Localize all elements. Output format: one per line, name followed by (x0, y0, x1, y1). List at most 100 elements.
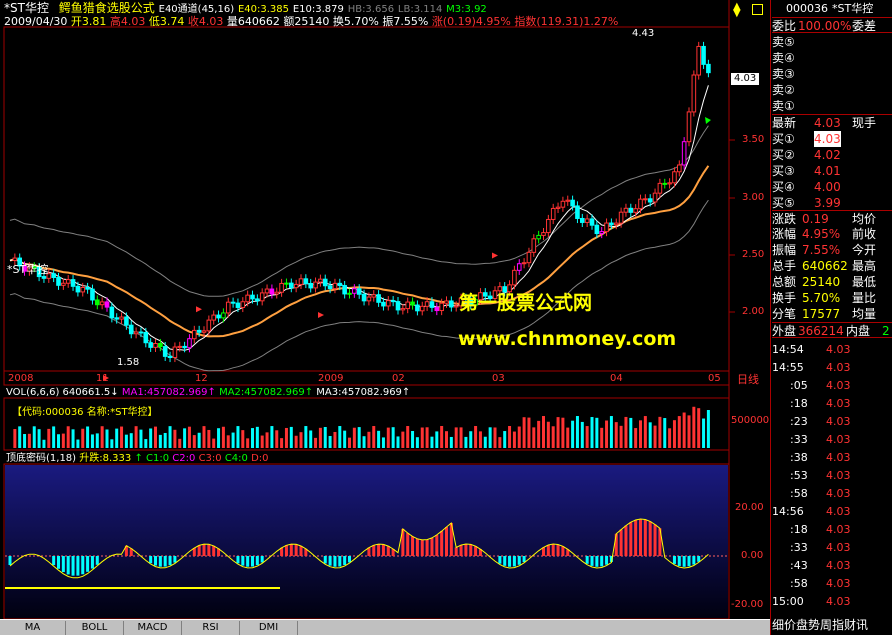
bid-row[interactable]: 买① 4.03 (772, 131, 892, 147)
candle-body (691, 74, 697, 113)
candle-body (313, 281, 318, 289)
tab-ma[interactable]: MA (0, 621, 66, 635)
ask-row[interactable]: 卖④ (772, 50, 892, 66)
indicator-bar (173, 556, 177, 563)
tab-macd[interactable]: MACD (124, 621, 182, 635)
indicator-bar (90, 556, 94, 569)
indicator-bar (81, 556, 85, 575)
fullscreen-icon[interactable] (752, 4, 763, 15)
volume-bar (90, 434, 94, 448)
trade-row: :43 4.03 (772, 558, 892, 573)
ask-row[interactable]: 卖② (772, 82, 892, 98)
volume-bar (246, 438, 250, 448)
candle-body (172, 346, 178, 358)
x-label-05: 05 (708, 373, 721, 384)
volume-bar (76, 439, 80, 448)
volume-bar (556, 417, 560, 448)
candle-body (322, 278, 328, 287)
bid-row[interactable]: 买② 4.02 (772, 147, 892, 163)
vol-ma2: MA2:457082.969 (219, 387, 305, 398)
ind-y-tick-20: 20.00 (735, 502, 764, 513)
x-label-04: 04 (610, 373, 623, 384)
volume-bar (144, 439, 148, 448)
bid-value: 4.00 (814, 180, 841, 194)
volume-bar (57, 434, 60, 448)
candle-body (128, 324, 134, 335)
bid-row[interactable]: 买⑤ 3.99 (772, 195, 892, 211)
ask-row[interactable]: 卖⑤ (772, 34, 892, 50)
trade-row: :58 4.03 (772, 486, 892, 501)
candle-body (575, 205, 580, 219)
indicator-bar (57, 556, 60, 569)
now-label: 现手 (852, 116, 877, 130)
indicator-bar (163, 556, 167, 567)
volume-bar (352, 427, 356, 448)
indicator-bar (246, 556, 250, 567)
outer-label: 外盘 (772, 324, 797, 338)
candle-body (434, 306, 440, 312)
candle-body (167, 355, 173, 358)
volume-bar (23, 434, 27, 448)
indicator-bar (648, 521, 652, 556)
volume-bar (527, 417, 531, 448)
stat-right-label: 前收 (852, 227, 877, 241)
tab-rsi[interactable]: RSI (182, 621, 240, 635)
candle-body (293, 283, 299, 289)
candle-body (589, 218, 595, 226)
indicator-bar (522, 556, 526, 563)
indicator-bar (512, 556, 516, 567)
candle-body (109, 306, 115, 319)
volume-bar (134, 426, 138, 448)
indicator-bar (299, 545, 303, 556)
indicator-bar (503, 556, 507, 566)
ask-row[interactable]: 卖③ (772, 66, 892, 82)
volume-bar (478, 431, 482, 448)
candle-body (555, 206, 561, 209)
candle-body (376, 294, 381, 303)
trade-row: :23 4.03 (772, 414, 892, 429)
volume-bar (377, 430, 381, 448)
indicator-bar (546, 545, 550, 556)
indicator-tab-bar: MA BOLL MACD RSI DMI (0, 619, 770, 635)
candle-body (560, 200, 566, 208)
sidebar-footer[interactable]: 细价盘势周指财讯 (772, 617, 892, 633)
volume-bar (386, 427, 390, 448)
trade-row: :38 4.03 (772, 450, 892, 465)
indicator-bar (71, 556, 75, 576)
candle-body (356, 288, 362, 295)
period-label[interactable]: 日线 (737, 374, 759, 385)
volume-bar (299, 432, 303, 448)
stat-value: 0.19 (802, 212, 829, 226)
tab-dmi[interactable]: DMI (240, 621, 298, 635)
bid-row[interactable]: 买④ 4.00 (772, 179, 892, 195)
candle-body (609, 222, 614, 226)
candle-body (65, 279, 71, 284)
toolbar-up-down-icon[interactable]: ▲ ▼ (733, 2, 743, 19)
stat-label: 涨幅 (772, 227, 797, 241)
candle-body (419, 305, 425, 312)
candle-body (628, 207, 634, 213)
candle-body (550, 207, 556, 220)
candle-body (158, 343, 163, 348)
volume-bar (192, 435, 196, 448)
trade-time: 14:56 (772, 505, 804, 518)
stock-info-label: 【代码:000036 名称:*ST华控】 (12, 407, 158, 418)
candle-body (347, 292, 352, 295)
bid-row[interactable]: 买③ 4.01 (772, 163, 892, 179)
volume-bar (697, 408, 701, 448)
trade-time: :18 (790, 523, 808, 536)
channel-name: E40通道(45,16) (158, 4, 235, 15)
candle-body (332, 282, 338, 290)
candle-body (85, 286, 90, 290)
candle-body (192, 329, 197, 340)
indicator-bar (474, 546, 478, 556)
e10-line (9, 85, 709, 351)
ask-row[interactable]: 卖① (772, 98, 892, 114)
tab-boll[interactable]: BOLL (66, 621, 124, 635)
candle-body (75, 285, 81, 293)
candle-body (201, 330, 207, 333)
quote-turnover: 换5.70% (332, 15, 379, 28)
hb-value: HB:3.656 (347, 4, 395, 15)
candle-body (526, 251, 532, 264)
chart-surface[interactable] (0, 0, 770, 619)
